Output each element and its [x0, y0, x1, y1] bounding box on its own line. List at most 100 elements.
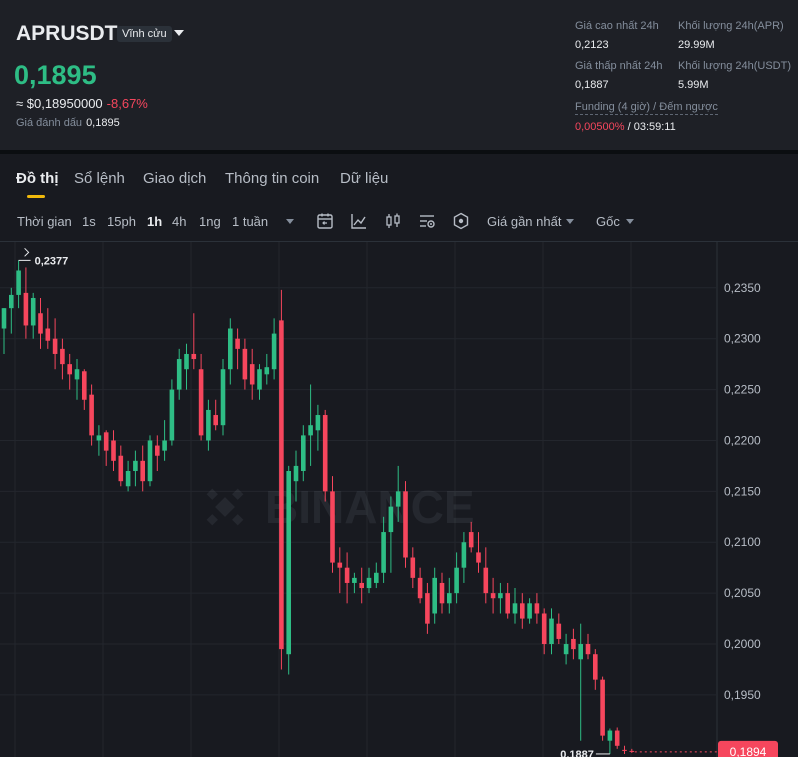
- funding-countdown: 03:59:11: [633, 121, 676, 133]
- candle-body: [439, 582, 445, 604]
- scale-select[interactable]: Gốc: [596, 214, 620, 229]
- candle-body: [381, 532, 386, 573]
- mark-price-row: Giá đánh dấu 0,1895: [16, 117, 120, 129]
- candle: [571, 628, 576, 660]
- candle-body: [483, 567, 489, 594]
- candle: [30, 292, 36, 339]
- candle-body: [140, 460, 145, 482]
- candle-body: [147, 440, 153, 482]
- candle: [322, 409, 328, 502]
- candle: [622, 745, 627, 754]
- time-label: Thời gian: [17, 214, 72, 229]
- candle-type-icon[interactable]: [384, 212, 402, 230]
- tab-coin-info[interactable]: Thông tin coin: [225, 170, 319, 187]
- mark-price-label: Giá đánh dấu: [16, 117, 83, 129]
- candle-body: [228, 328, 233, 370]
- candle-body: [52, 338, 58, 354]
- interval-4h[interactable]: 4h: [172, 214, 186, 229]
- candle: [67, 353, 72, 390]
- depth-icon[interactable]: [452, 212, 470, 230]
- candle-body: [352, 577, 357, 583]
- candle: [308, 384, 313, 466]
- candle-body: [257, 369, 262, 390]
- candle: [176, 348, 182, 400]
- candle: [301, 425, 306, 482]
- tab-trades[interactable]: Giao dịch: [143, 170, 206, 187]
- candle: [286, 465, 291, 675]
- candlestick-chart[interactable]: BINANCE 0,23500,23000,22500,22000,21500,…: [0, 242, 798, 757]
- candle-body: [622, 749, 627, 751]
- candle-body: [344, 567, 350, 583]
- interval-1s[interactable]: 1s: [82, 214, 96, 229]
- interval-1d[interactable]: 1ng: [199, 214, 221, 229]
- approx-usd-value: ≈ $0,18950000: [16, 96, 103, 111]
- funding-label[interactable]: Funding (4 giờ) / Đếm ngược: [575, 101, 718, 115]
- candle-body: [520, 603, 525, 619]
- symbol-dropdown-caret-icon[interactable]: [174, 30, 184, 36]
- funding-values: 0,00500% / 03:59:11: [575, 121, 718, 133]
- candle-body: [498, 593, 503, 599]
- candle-body: [447, 593, 452, 604]
- candle-body: [476, 552, 481, 563]
- candle-body: [155, 445, 160, 456]
- candle: [220, 359, 226, 436]
- chart-area[interactable]: BINANCE 0,2350 0,2300 0,2250 0,2200 0,2150 0,…: [0, 242, 798, 757]
- indicator-icon[interactable]: [350, 212, 368, 230]
- candle: [417, 567, 423, 604]
- more-intervals-caret-icon[interactable]: [286, 219, 294, 224]
- candle-body: [512, 603, 518, 614]
- symbol-title[interactable]: APRUSDT: [16, 22, 118, 46]
- tab-chart[interactable]: Đồ thị: [16, 170, 59, 187]
- contract-type-badge: Vĩnh cửu: [117, 26, 172, 42]
- candle-body: [374, 572, 379, 583]
- candle: [147, 435, 153, 487]
- candle: [607, 728, 613, 754]
- candle-body: [176, 359, 182, 390]
- candle: [585, 633, 591, 660]
- candle-body: [74, 369, 80, 380]
- candle: [52, 318, 58, 370]
- tab-order-book[interactable]: Sổ lệnh: [74, 170, 125, 187]
- candle-body: [60, 348, 65, 365]
- candle: [483, 547, 489, 604]
- price-source-caret-icon[interactable]: [566, 219, 574, 224]
- calendar-icon[interactable]: [316, 212, 334, 230]
- candle: [242, 338, 248, 390]
- candle-body: [330, 491, 335, 563]
- main-tabs: Đồ thị Sổ lệnh Giao dịch Thông tin coin …: [0, 154, 798, 200]
- candle: [352, 572, 357, 594]
- stat-high-label: Giá cao nhất 24h: [575, 20, 659, 32]
- stat-volume-quote: Khối lượng 24h(USDT) 5.99M: [678, 60, 791, 91]
- candle-body: [593, 654, 598, 680]
- candle-body: [410, 557, 416, 578]
- scale-caret-icon[interactable]: [626, 219, 634, 224]
- interval-1h[interactable]: 1h: [147, 214, 162, 229]
- price-source-select[interactable]: Giá gần nhất: [487, 214, 561, 229]
- mark-price-value: 0,1895: [86, 117, 120, 129]
- candle: [264, 353, 270, 385]
- candle: [315, 404, 321, 451]
- candle: [344, 552, 350, 604]
- candle-body: [45, 328, 51, 341]
- candle-body: [461, 542, 467, 568]
- candle: [184, 343, 189, 390]
- stat-volume-base: Khối lượng 24h(APR) 29.99M: [678, 20, 784, 51]
- tab-data[interactable]: Dữ liệu: [340, 170, 388, 187]
- price-tick-label: 0,2350: [724, 281, 761, 295]
- chart-settings-icon[interactable]: [418, 212, 436, 230]
- candle: [556, 613, 562, 645]
- candle-body: [541, 613, 547, 645]
- candle: [600, 676, 605, 741]
- candle-body: [249, 364, 255, 385]
- candle-body: [191, 353, 197, 360]
- interval-1w[interactable]: 1 tuần: [232, 214, 268, 229]
- candle-body: [235, 338, 240, 349]
- chart-toolbar: Thời gian 1s 15ph 1h 4h 1ng 1 tuần Giá g…: [0, 200, 798, 242]
- candle: [425, 582, 430, 634]
- interval-15m[interactable]: 15ph: [107, 214, 136, 229]
- candle-body: [271, 333, 277, 370]
- candle: [82, 369, 87, 410]
- candle: [228, 318, 233, 385]
- candle-body: [16, 270, 21, 295]
- candle: [410, 547, 416, 589]
